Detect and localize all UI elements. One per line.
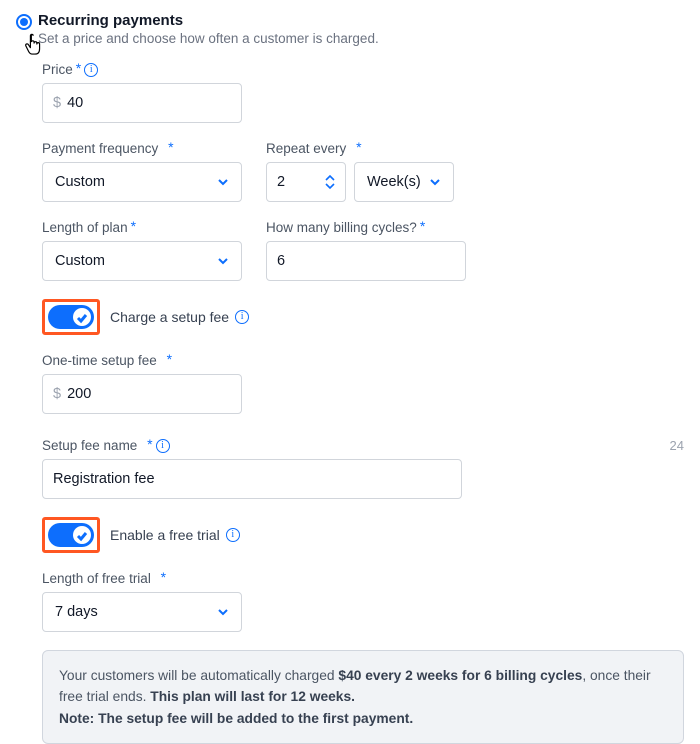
trial-length-select[interactable]: 7 days [42,592,242,632]
setup-fee-field[interactable] [67,386,231,402]
info-icon[interactable] [235,310,249,324]
summary-box: Your customers will be automatically cha… [42,650,684,744]
section-title: Recurring payments [38,12,379,29]
setup-fee-input[interactable]: $ [42,374,242,414]
info-icon[interactable] [156,439,170,453]
chevron-down-icon [429,176,441,188]
length-of-plan-select[interactable]: Custom [42,241,242,281]
payment-frequency-value: Custom [55,174,105,190]
info-icon[interactable] [84,63,98,77]
required-asterisk: * [168,140,173,154]
required-asterisk: * [76,61,81,75]
price-input[interactable]: $ [42,83,242,123]
price-label: Price [42,62,73,77]
repeat-count-value: 2 [277,174,285,190]
required-asterisk: * [147,437,152,451]
setup-name-field[interactable] [53,471,451,487]
payment-frequency-select[interactable]: Custom [42,162,242,202]
check-icon [76,529,88,545]
chevron-down-icon [217,176,229,188]
trial-length-value: 7 days [55,604,98,620]
setup-name-input[interactable] [42,459,462,499]
repeat-count-input[interactable]: 2 [266,162,346,202]
payment-frequency-label: Payment frequency [42,141,158,156]
trial-length-label: Length of free trial [42,571,151,586]
setup-fee-label: One-time setup fee [42,353,157,368]
length-of-plan-value: Custom [55,253,105,269]
price-field[interactable] [67,95,231,111]
required-asterisk: * [167,352,172,366]
summary-prefix: Your customers will be automatically cha… [59,668,338,683]
summary-amount: $40 every 2 weeks for 6 billing cycles [338,668,582,683]
check-icon [76,311,88,327]
billing-cycles-input[interactable] [266,241,466,281]
free-trial-toggle-label: Enable a free trial [110,527,220,543]
billing-cycles-label: How many billing cycles? [266,220,417,235]
billing-cycles-field[interactable] [277,253,455,269]
length-of-plan-label: Length of plan [42,220,128,235]
chevron-down-icon [217,606,229,618]
currency-symbol: $ [53,95,61,111]
repeat-unit-select[interactable]: Week(s) [354,162,454,202]
highlight-box [42,299,100,335]
chevron-down-icon [217,255,229,267]
stepper-icon[interactable] [325,174,335,190]
highlight-box [42,517,100,553]
summary-duration: This plan will last for 12 weeks. [150,689,355,704]
recurring-payments-radio[interactable] [16,14,32,30]
repeat-unit-value: Week(s) [367,174,421,190]
required-asterisk: * [420,219,425,233]
free-trial-toggle[interactable] [48,523,94,547]
summary-note-label: Note: [59,711,98,726]
setup-fee-toggle[interactable] [48,305,94,329]
section-subtitle: Set a price and choose how often a custo… [38,31,379,46]
required-asterisk: * [131,219,136,233]
setup-fee-toggle-label: Charge a setup fee [110,309,229,325]
currency-symbol: $ [53,386,61,402]
info-icon[interactable] [226,528,240,542]
summary-note-text: The setup fee will be added to the first… [98,711,413,726]
char-counter: 24 [670,438,684,453]
required-asterisk: * [161,570,166,584]
required-asterisk: * [356,140,361,154]
repeat-every-label: Repeat every [266,141,346,156]
setup-name-label: Setup fee name [42,438,137,453]
